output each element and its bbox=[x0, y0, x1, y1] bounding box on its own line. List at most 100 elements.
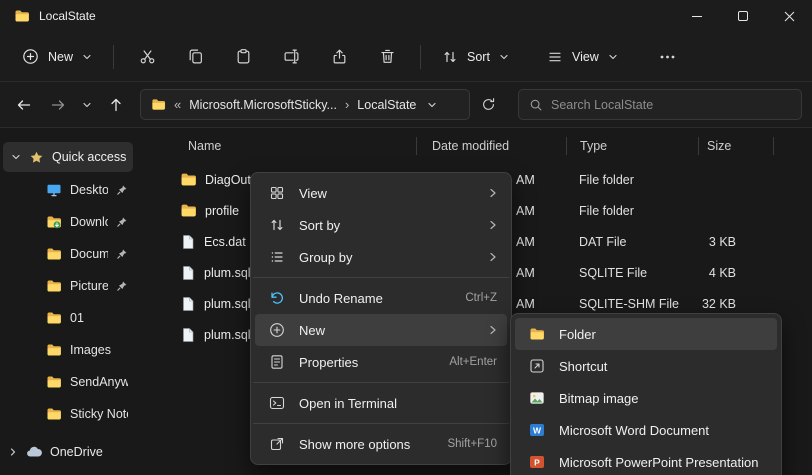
context-menu-item-new[interactable]: New bbox=[255, 314, 507, 346]
new-button-label: New bbox=[48, 50, 73, 64]
toolbar-separator bbox=[420, 45, 421, 69]
column-header-size[interactable]: Size bbox=[698, 137, 774, 155]
column-header-date-modified[interactable]: Date modified bbox=[416, 137, 566, 155]
search-box bbox=[518, 89, 802, 120]
sort-button[interactable]: Sort bbox=[430, 41, 521, 73]
sidebar-item-quick-access[interactable]: Quick access bbox=[3, 142, 133, 172]
show-more-icon bbox=[267, 436, 287, 452]
context-menu-item-sort-by[interactable]: Sort by bbox=[255, 209, 507, 241]
sidebar-item-onedrive[interactable]: OneDrive bbox=[0, 436, 136, 468]
navigation-bar: « Microsoft.MicrosoftSticky... › LocalSt… bbox=[0, 82, 812, 128]
forward-button[interactable] bbox=[42, 89, 74, 121]
maximize-button[interactable] bbox=[720, 0, 766, 32]
minimize-icon bbox=[692, 16, 702, 17]
onedrive-cloud-icon bbox=[26, 446, 42, 458]
context-menu-item-group-by[interactable]: Group by bbox=[255, 241, 507, 273]
breadcrumb-parent[interactable]: Microsoft.MicrosoftSticky... bbox=[189, 98, 337, 112]
pin-icon bbox=[116, 280, 128, 292]
menu-item-shortcut: Ctrl+Z bbox=[465, 292, 497, 304]
folder-icon bbox=[180, 202, 197, 219]
more-options-button[interactable] bbox=[646, 39, 690, 75]
breadcrumb-current[interactable]: LocalState bbox=[357, 98, 416, 112]
copy-button[interactable] bbox=[173, 39, 217, 75]
folder-icon bbox=[46, 374, 62, 390]
refresh-button[interactable] bbox=[472, 89, 504, 121]
column-header-name[interactable]: Name bbox=[136, 137, 416, 155]
up-button[interactable] bbox=[100, 89, 132, 121]
submenu-item-powerpoint-presentation[interactable]: P Microsoft PowerPoint Presentation bbox=[515, 446, 777, 475]
menu-item-shortcut: Shift+F10 bbox=[447, 438, 497, 450]
cut-button[interactable] bbox=[125, 39, 169, 75]
sort-icon bbox=[442, 49, 458, 65]
chevron-right-icon bbox=[489, 188, 497, 198]
context-menu-item-properties[interactable]: Properties Alt+Enter bbox=[255, 346, 507, 378]
minimize-button[interactable] bbox=[674, 0, 720, 32]
breadcrumb-collapsed[interactable]: « bbox=[173, 97, 182, 112]
context-menu-item-open-in-terminal[interactable]: Open in Terminal bbox=[255, 387, 507, 419]
sidebar-item-sendanywhere[interactable]: SendAnywhere bbox=[0, 366, 136, 398]
maximize-icon bbox=[738, 11, 748, 21]
file-explorer-window: LocalState New bbox=[0, 0, 812, 475]
submenu-item-folder[interactable]: Folder bbox=[515, 318, 777, 350]
recent-locations-button[interactable] bbox=[76, 89, 98, 121]
search-icon bbox=[529, 98, 543, 112]
window-controls bbox=[674, 0, 812, 32]
context-menu-item-view[interactable]: View bbox=[255, 177, 507, 209]
sidebar-item-sticky-notes[interactable]: Sticky Notes ba... bbox=[0, 398, 136, 430]
folder-icon bbox=[14, 8, 30, 24]
svg-text:P: P bbox=[534, 457, 540, 467]
chevron-down-icon bbox=[499, 52, 509, 62]
search-input[interactable] bbox=[551, 98, 791, 112]
pin-icon bbox=[116, 216, 128, 228]
sidebar-item-desktop[interactable]: Desktop bbox=[0, 174, 136, 206]
file-size: 4 KB bbox=[698, 266, 774, 280]
menu-separator bbox=[253, 382, 509, 383]
menu-item-shortcut: Alt+Enter bbox=[449, 356, 497, 368]
properties-icon bbox=[267, 354, 287, 370]
up-icon bbox=[108, 97, 124, 113]
more-options-icon bbox=[660, 55, 675, 59]
sidebar-item-downloads[interactable]: Downloads bbox=[0, 206, 136, 238]
folder-icon bbox=[46, 246, 62, 262]
folder-icon bbox=[46, 310, 62, 326]
folder-icon bbox=[527, 326, 547, 342]
delete-button[interactable] bbox=[365, 39, 409, 75]
file-type: SQLITE-SHM File bbox=[566, 297, 698, 311]
chevron-down-icon[interactable] bbox=[11, 152, 21, 162]
refresh-icon bbox=[481, 97, 496, 112]
column-header-type[interactable]: Type bbox=[566, 137, 698, 155]
sort-button-label: Sort bbox=[467, 50, 490, 64]
chevron-down-icon bbox=[608, 52, 618, 62]
sidebar-item-images[interactable]: Images bbox=[0, 334, 136, 366]
menu-separator bbox=[253, 423, 509, 424]
submenu-item-shortcut[interactable]: Shortcut bbox=[515, 350, 777, 382]
share-button[interactable] bbox=[317, 39, 361, 75]
paste-button[interactable] bbox=[221, 39, 265, 75]
rename-button[interactable] bbox=[269, 39, 313, 75]
view-grid-icon bbox=[267, 185, 287, 201]
chevron-right-icon[interactable] bbox=[8, 447, 18, 457]
context-menu-item-undo-rename[interactable]: Undo Rename Ctrl+Z bbox=[255, 282, 507, 314]
menu-item-label: Sort by bbox=[299, 218, 477, 233]
file-size: 3 KB bbox=[698, 235, 774, 249]
file-type: DAT File bbox=[566, 235, 698, 249]
address-dropdown-chevron-icon[interactable] bbox=[427, 100, 437, 110]
sidebar-item-label: Desktop bbox=[70, 183, 108, 197]
sidebar-item-01[interactable]: 01 bbox=[0, 302, 136, 334]
context-menu-item-show-more-options[interactable]: Show more options Shift+F10 bbox=[255, 428, 507, 460]
sidebar-item-pictures[interactable]: Pictures bbox=[0, 270, 136, 302]
paste-icon bbox=[235, 48, 252, 65]
view-button[interactable]: View bbox=[535, 41, 630, 73]
back-button[interactable] bbox=[8, 89, 40, 121]
sidebar-item-documents[interactable]: Documents bbox=[0, 238, 136, 270]
folder-icon bbox=[46, 342, 62, 358]
new-plus-icon bbox=[267, 322, 287, 338]
folder-icon bbox=[46, 406, 62, 422]
close-button[interactable] bbox=[766, 0, 812, 32]
new-plus-icon bbox=[22, 48, 39, 65]
submenu-item-word-document[interactable]: W Microsoft Word Document bbox=[515, 414, 777, 446]
address-bar[interactable]: « Microsoft.MicrosoftSticky... › LocalSt… bbox=[140, 89, 470, 120]
new-button[interactable]: New bbox=[10, 40, 104, 73]
file-icon bbox=[180, 327, 196, 343]
submenu-item-bitmap-image[interactable]: Bitmap image bbox=[515, 382, 777, 414]
